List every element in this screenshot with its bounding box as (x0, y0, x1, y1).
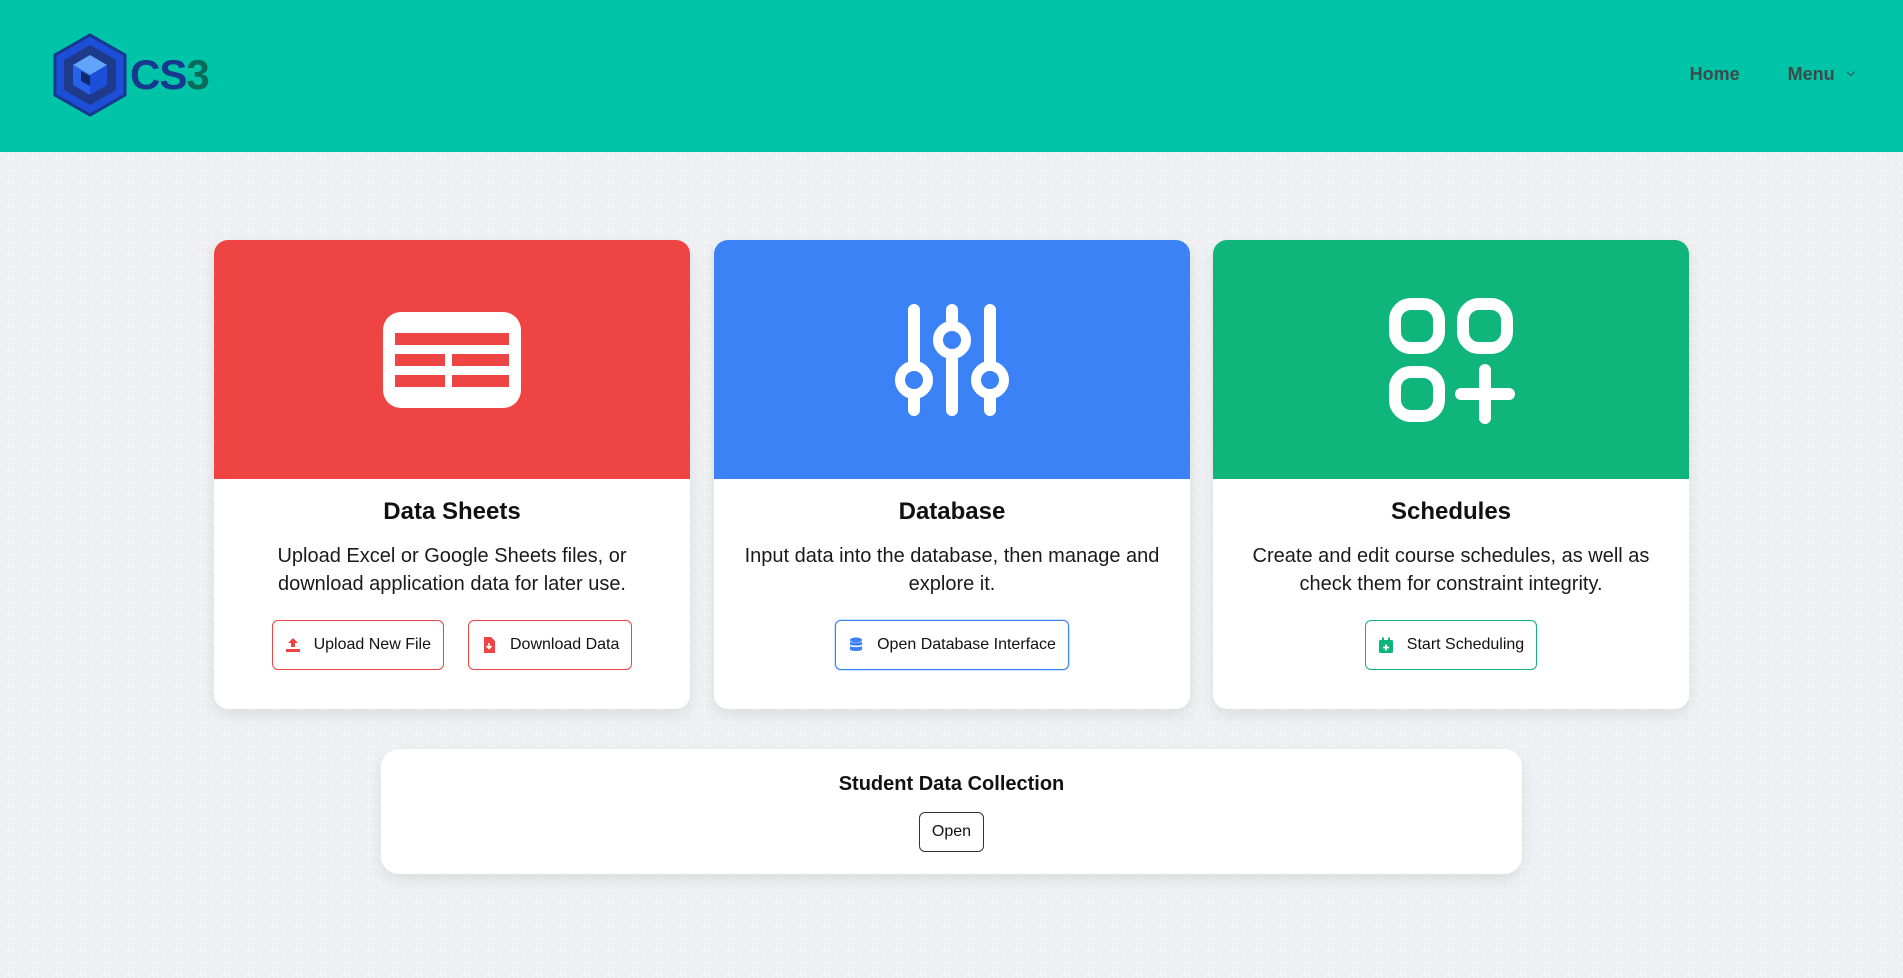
card-database: Database Input data into the database, t… (714, 240, 1190, 709)
card-hero-data-sheets (214, 240, 690, 479)
cube-logo-icon (53, 33, 127, 117)
upload-new-file-label: Upload New File (313, 636, 431, 653)
download-data-label: Download Data (509, 636, 620, 653)
card-hero-schedules (1213, 240, 1689, 479)
nav-menu-label: Menu (1787, 64, 1835, 84)
open-database-interface-button[interactable]: Open Database Interface (835, 620, 1069, 670)
start-scheduling-button[interactable]: Start Scheduling (1364, 620, 1538, 670)
logo-text: CS3 (130, 51, 210, 98)
download-data-button[interactable]: Download Data (467, 620, 633, 670)
student-data-title: Student Data Collection (838, 773, 1065, 795)
chevron-down-icon: ⌵ (1846, 67, 1855, 79)
card-description: Create and edit course schedules, as wel… (1252, 545, 1650, 595)
nav-menu-dropdown[interactable]: Menu ⌵ (1788, 64, 1855, 85)
card-description: Upload Excel or Google Sheets files, or … (277, 545, 627, 595)
file-download-icon (483, 637, 495, 653)
database-icon (850, 637, 863, 651)
card-title: Database (898, 498, 1006, 525)
card-description: Input data into the database, then manag… (744, 545, 1160, 595)
sliders-icon (895, 303, 1009, 416)
student-data-panel: Student Data Collection Open (381, 749, 1522, 874)
upload-icon (285, 638, 300, 652)
top-header: CS3 Home Menu ⌵ (0, 0, 1903, 152)
card-data-sheets: Data Sheets Upload Excel or Google Sheet… (214, 240, 690, 709)
apps-add-icon (1389, 297, 1515, 424)
table-icon (383, 311, 521, 408)
main-nav: Home Menu ⌵ (1690, 64, 1855, 85)
logo[interactable]: CS3 (53, 33, 210, 117)
card-schedules: Schedules Create and edit course schedul… (1213, 240, 1689, 709)
calendar-plus-icon (1378, 637, 1393, 653)
nav-home-link[interactable]: Home (1690, 64, 1740, 85)
card-hero-database (714, 240, 1190, 479)
open-student-data-button[interactable]: Open (918, 812, 985, 852)
card-title: Data Sheets (383, 498, 521, 525)
card-title: Schedules (1390, 498, 1512, 525)
open-database-interface-label: Open Database Interface (877, 636, 1056, 653)
upload-new-file-button[interactable]: Upload New File (271, 620, 444, 670)
start-scheduling-label: Start Scheduling (1406, 636, 1525, 653)
